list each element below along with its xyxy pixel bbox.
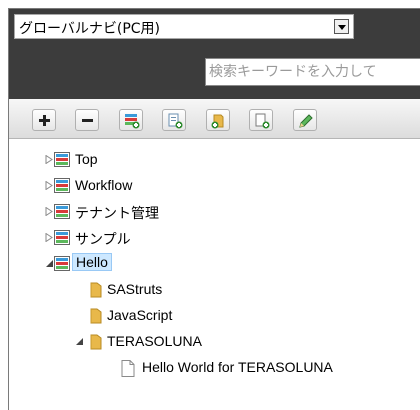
add-list-button[interactable] xyxy=(119,109,143,131)
new-document-button[interactable] xyxy=(249,109,273,131)
folder-icon xyxy=(90,334,102,350)
expand-triangle-icon[interactable] xyxy=(45,207,53,216)
expand-triangle-icon[interactable] xyxy=(45,155,53,164)
tree-node-label: Hello World for TERASOLUNA xyxy=(142,359,333,375)
tree-node-label: Workflow xyxy=(75,177,133,193)
list-icon xyxy=(54,178,70,193)
edit-button[interactable] xyxy=(293,109,317,131)
tree-node-label: テナント管理 xyxy=(75,205,159,221)
panel-header: グローバルナビ(PC用) xyxy=(9,9,420,99)
navigation-panel: グローバルナビ(PC用) 検索キーワードを入力して Top Workflow テ… xyxy=(8,8,420,410)
add-page-button[interactable] xyxy=(162,109,186,131)
navigation-tree: Top Workflow テナント管理 サンプル Hello SAStruts … xyxy=(9,139,420,410)
collapse-button[interactable] xyxy=(75,109,99,131)
navigation-select[interactable]: グローバルナビ(PC用) xyxy=(14,14,354,39)
add-list-icon xyxy=(125,114,140,129)
plus-icon xyxy=(39,115,50,126)
minus-icon xyxy=(82,119,93,122)
folder-icon xyxy=(90,308,102,324)
tree-node-label: SAStruts xyxy=(107,281,163,297)
list-icon xyxy=(54,256,70,271)
tree-node-label: Hello xyxy=(72,253,112,271)
collapse-triangle-icon[interactable] xyxy=(45,259,54,268)
collapse-triangle-icon[interactable] xyxy=(75,337,84,346)
tree-node-label: Top xyxy=(75,151,98,167)
folder-icon xyxy=(90,282,102,298)
list-icon xyxy=(54,230,70,245)
new-document-icon xyxy=(255,113,270,129)
edit-pencil-icon xyxy=(299,114,313,128)
add-page-icon xyxy=(168,113,183,129)
list-icon xyxy=(54,152,70,167)
page-icon xyxy=(121,360,135,377)
list-icon xyxy=(54,204,70,219)
expand-triangle-icon[interactable] xyxy=(45,233,53,242)
expand-triangle-icon[interactable] xyxy=(45,181,53,190)
dropdown-arrow-icon[interactable] xyxy=(334,19,349,34)
expand-button[interactable] xyxy=(32,109,56,131)
tree-toolbar xyxy=(9,99,420,139)
tree-node-label: サンプル xyxy=(75,231,131,247)
tree-node-label: JavaScript xyxy=(107,307,173,323)
search-box[interactable] xyxy=(205,58,420,86)
add-folder-icon xyxy=(211,114,224,129)
tree-node-label: TERASOLUNA xyxy=(107,333,202,349)
add-folder-button[interactable] xyxy=(206,109,230,131)
navigation-select-value: グローバルナビ(PC用) xyxy=(19,21,161,37)
search-input[interactable] xyxy=(206,59,420,85)
